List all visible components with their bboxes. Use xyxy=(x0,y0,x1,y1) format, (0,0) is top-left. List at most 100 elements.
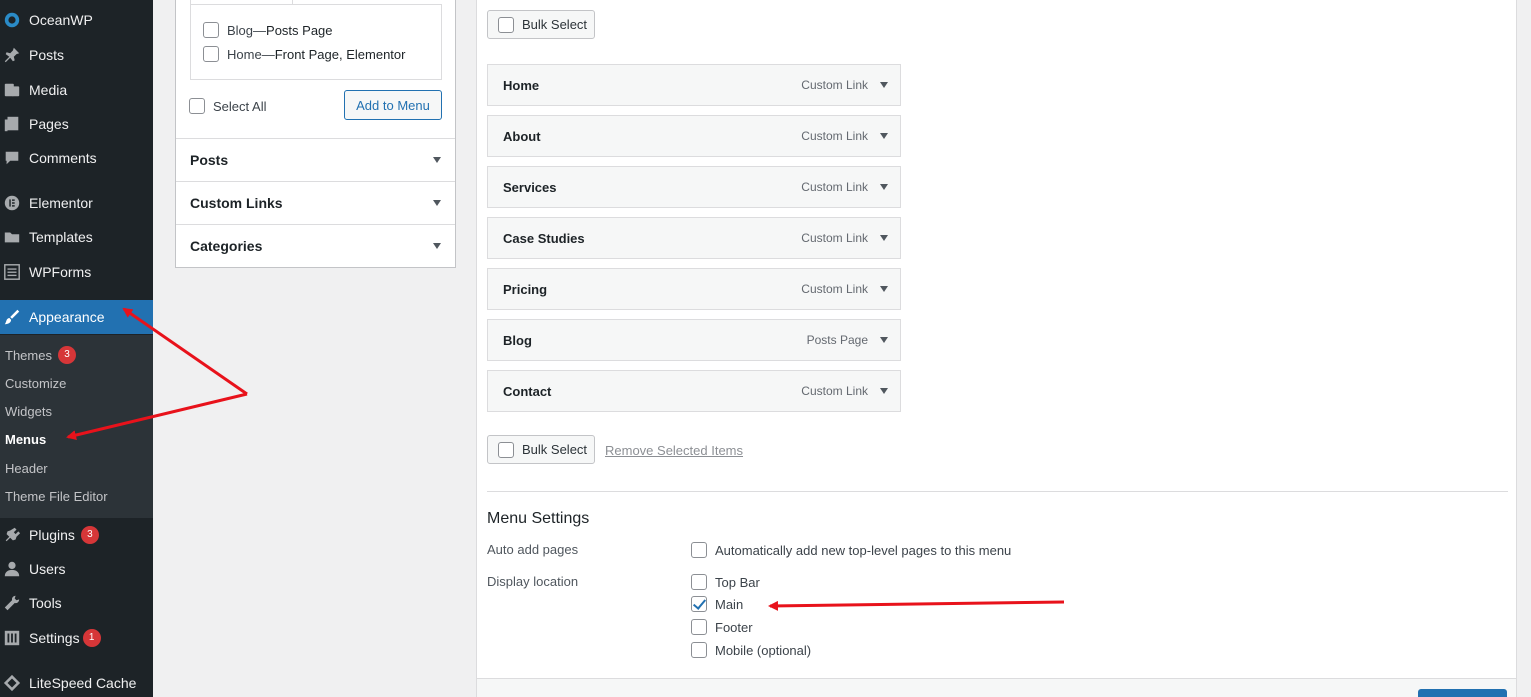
admin-sidebar: OceanWP Posts Media Pages Comments Eleme… xyxy=(0,0,153,697)
sidebar-item-settings[interactable]: Settings 1 xyxy=(0,621,153,655)
sidebar-item-label: Templates xyxy=(29,229,93,245)
checkbox[interactable] xyxy=(189,98,205,114)
elementor-icon xyxy=(2,193,22,213)
caret-down-icon[interactable] xyxy=(880,82,888,88)
sidebar-item-users[interactable]: Users xyxy=(0,552,153,586)
sidebar-item-label: Settings xyxy=(29,630,80,646)
caret-down-icon[interactable] xyxy=(880,133,888,139)
wrench-icon xyxy=(2,593,22,613)
sidebar-item-label: Users xyxy=(29,561,66,577)
sidebar-item-label: Pages xyxy=(29,116,69,132)
diamond-icon xyxy=(2,673,22,693)
accordion-custom-links[interactable]: Custom Links xyxy=(176,181,455,224)
comment-icon xyxy=(2,148,22,168)
location-option-main[interactable]: Main xyxy=(691,596,743,612)
menu-settings-heading: Menu Settings xyxy=(487,510,590,527)
auto-add-pages-option[interactable]: Automatically add new top-level pages to… xyxy=(691,542,1011,558)
sidebar-item-label: OceanWP xyxy=(29,12,93,28)
update-badge: 3 xyxy=(57,346,76,364)
checkbox[interactable] xyxy=(498,441,514,458)
bulk-select-button-bottom[interactable]: Bulk Select xyxy=(487,435,595,464)
remove-selected-items-link[interactable]: Remove Selected Items xyxy=(605,443,743,458)
page-option-blog[interactable]: Blog — Posts Page xyxy=(203,22,333,38)
caret-down-icon[interactable] xyxy=(880,337,888,343)
sidebar-item-label: Appearance xyxy=(29,309,105,325)
caret-down-icon xyxy=(433,200,441,206)
location-option-top-bar[interactable]: Top Bar xyxy=(691,574,760,590)
folder-icon xyxy=(2,227,22,247)
sidebar-item-label: LiteSpeed Cache xyxy=(29,675,137,691)
sidebar-item-label: Media xyxy=(29,82,68,98)
add-menu-items-panel: Blog — Posts Page Home — Front Page, Ele… xyxy=(175,0,456,268)
settings-icon xyxy=(2,628,22,648)
menu-item-contact[interactable]: Contact Custom Link xyxy=(487,370,901,412)
sidebar-item-plugins[interactable]: Plugins 3 xyxy=(0,518,153,552)
sidebar-item-label: Posts xyxy=(29,47,65,63)
checkbox[interactable] xyxy=(203,46,219,62)
caret-down-icon xyxy=(433,157,441,163)
caret-down-icon[interactable] xyxy=(880,235,888,241)
pin-icon xyxy=(2,45,22,65)
menu-item-case-studies[interactable]: Case Studies Custom Link xyxy=(487,217,901,259)
media-icon xyxy=(2,80,22,100)
oceanwp-icon xyxy=(2,10,22,30)
sidebar-item-posts[interactable]: Posts xyxy=(0,38,153,72)
submenu-item-theme-file-editor[interactable]: Theme File Editor xyxy=(5,486,108,506)
menu-item-about[interactable]: About Custom Link xyxy=(487,115,901,157)
location-option-mobile[interactable]: Mobile (optional) xyxy=(691,642,811,658)
accordion-posts[interactable]: Posts xyxy=(176,138,455,181)
caret-down-icon[interactable] xyxy=(880,286,888,292)
checkbox[interactable] xyxy=(691,619,707,635)
menu-item-pricing[interactable]: Pricing Custom Link xyxy=(487,268,901,310)
menu-footer-bar xyxy=(477,678,1516,697)
sidebar-item-label: WPForms xyxy=(29,264,92,280)
sidebar-item-templates[interactable]: Templates xyxy=(0,220,153,254)
sidebar-item-litespeed-cache[interactable]: LiteSpeed Cache xyxy=(0,666,153,697)
checkbox-checked[interactable] xyxy=(691,596,707,612)
plugin-icon xyxy=(2,525,22,545)
user-icon xyxy=(2,559,22,579)
sidebar-item-label: Tools xyxy=(29,595,62,611)
submenu-item-menus[interactable]: Menus xyxy=(5,429,46,449)
checkbox[interactable] xyxy=(691,574,707,590)
add-to-menu-button[interactable]: Add to Menu xyxy=(344,90,442,120)
update-badge: 1 xyxy=(82,629,101,647)
update-badge: 3 xyxy=(80,526,99,544)
submenu-item-customize[interactable]: Customize xyxy=(5,373,66,393)
form-icon xyxy=(2,262,22,282)
sidebar-item-label: Plugins xyxy=(29,527,75,543)
menu-item-blog[interactable]: Blog Posts Page xyxy=(487,319,901,361)
location-option-footer[interactable]: Footer xyxy=(691,619,753,635)
page-state: Posts Page xyxy=(266,22,333,38)
menu-item-services[interactable]: Services Custom Link xyxy=(487,166,901,208)
auto-add-pages-label: Auto add pages xyxy=(487,542,579,557)
menu-structure-panel: Bulk Select Home Custom Link About Custo… xyxy=(476,0,1517,697)
sidebar-item-oceanwp[interactable]: OceanWP xyxy=(0,3,153,37)
checkbox[interactable] xyxy=(691,642,707,658)
menu-item-home[interactable]: Home Custom Link xyxy=(487,64,901,106)
sidebar-item-tools[interactable]: Tools xyxy=(0,586,153,620)
sidebar-item-comments[interactable]: Comments xyxy=(0,141,153,175)
sidebar-item-label: Elementor xyxy=(29,195,93,211)
pages-checklist: Blog — Posts Page Home — Front Page, Ele… xyxy=(190,4,442,80)
submenu-item-header[interactable]: Header xyxy=(5,458,48,478)
checkbox[interactable] xyxy=(203,22,219,38)
save-menu-button[interactable] xyxy=(1418,689,1507,697)
sidebar-item-appearance[interactable]: Appearance xyxy=(0,300,153,334)
submenu-item-widgets[interactable]: Widgets xyxy=(5,401,52,421)
sidebar-item-wpforms[interactable]: WPForms xyxy=(0,255,153,289)
caret-down-icon[interactable] xyxy=(880,184,888,190)
select-all-checkbox[interactable]: Select All xyxy=(189,98,266,114)
accordion-categories[interactable]: Categories xyxy=(176,224,455,267)
checkbox[interactable] xyxy=(691,542,707,558)
caret-down-icon[interactable] xyxy=(880,388,888,394)
bulk-select-button-top[interactable]: Bulk Select xyxy=(487,10,595,39)
sidebar-item-media[interactable]: Media xyxy=(0,73,153,107)
sidebar-item-elementor[interactable]: Elementor xyxy=(0,186,153,220)
submenu-item-themes[interactable]: Themes 3 xyxy=(5,345,76,365)
sidebar-item-label: Comments xyxy=(29,150,97,166)
brush-icon xyxy=(2,307,22,327)
checkbox[interactable] xyxy=(498,16,514,33)
page-option-home[interactable]: Home — Front Page, Elementor xyxy=(203,46,405,62)
sidebar-item-pages[interactable]: Pages xyxy=(0,107,153,141)
